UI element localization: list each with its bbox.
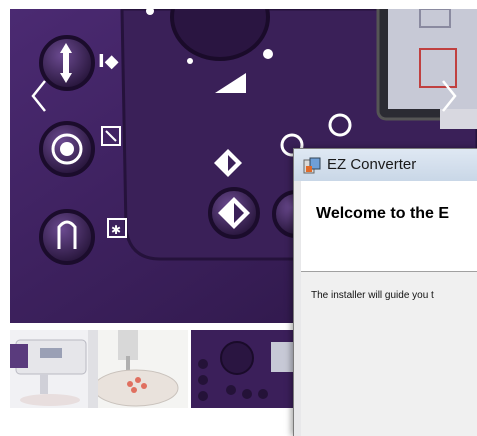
chevron-right-icon [442,80,457,112]
thumbnail-embroidery-image [88,330,188,408]
carousel-next-button[interactable] [434,76,464,116]
chevron-left-icon [31,80,46,112]
dialog-title-bar[interactable]: EZ Converter [294,149,477,181]
carousel-prev-button[interactable] [24,76,54,116]
thumbnail-machine-image [10,330,88,408]
thumbnail-3[interactable] [191,330,294,408]
svg-text:✱: ✱ [111,223,121,237]
thumbnail-control-panel-image [191,330,294,408]
dialog-header-panel: Welcome to the E [301,181,477,271]
installer-description: The installer will guide you t [311,290,434,301]
dialog-body: The installer will guide you t [301,272,477,436]
welcome-heading: Welcome to the E [316,205,450,222]
installer-app-icon [303,157,321,174]
thumbnail-1[interactable] [10,330,88,408]
svg-text:I◆: I◆ [98,51,119,72]
installer-dialog: EZ Converter Welcome to the E The instal… [293,148,477,436]
dialog-title: EZ Converter [327,156,417,173]
thumbnail-2[interactable] [88,330,188,408]
